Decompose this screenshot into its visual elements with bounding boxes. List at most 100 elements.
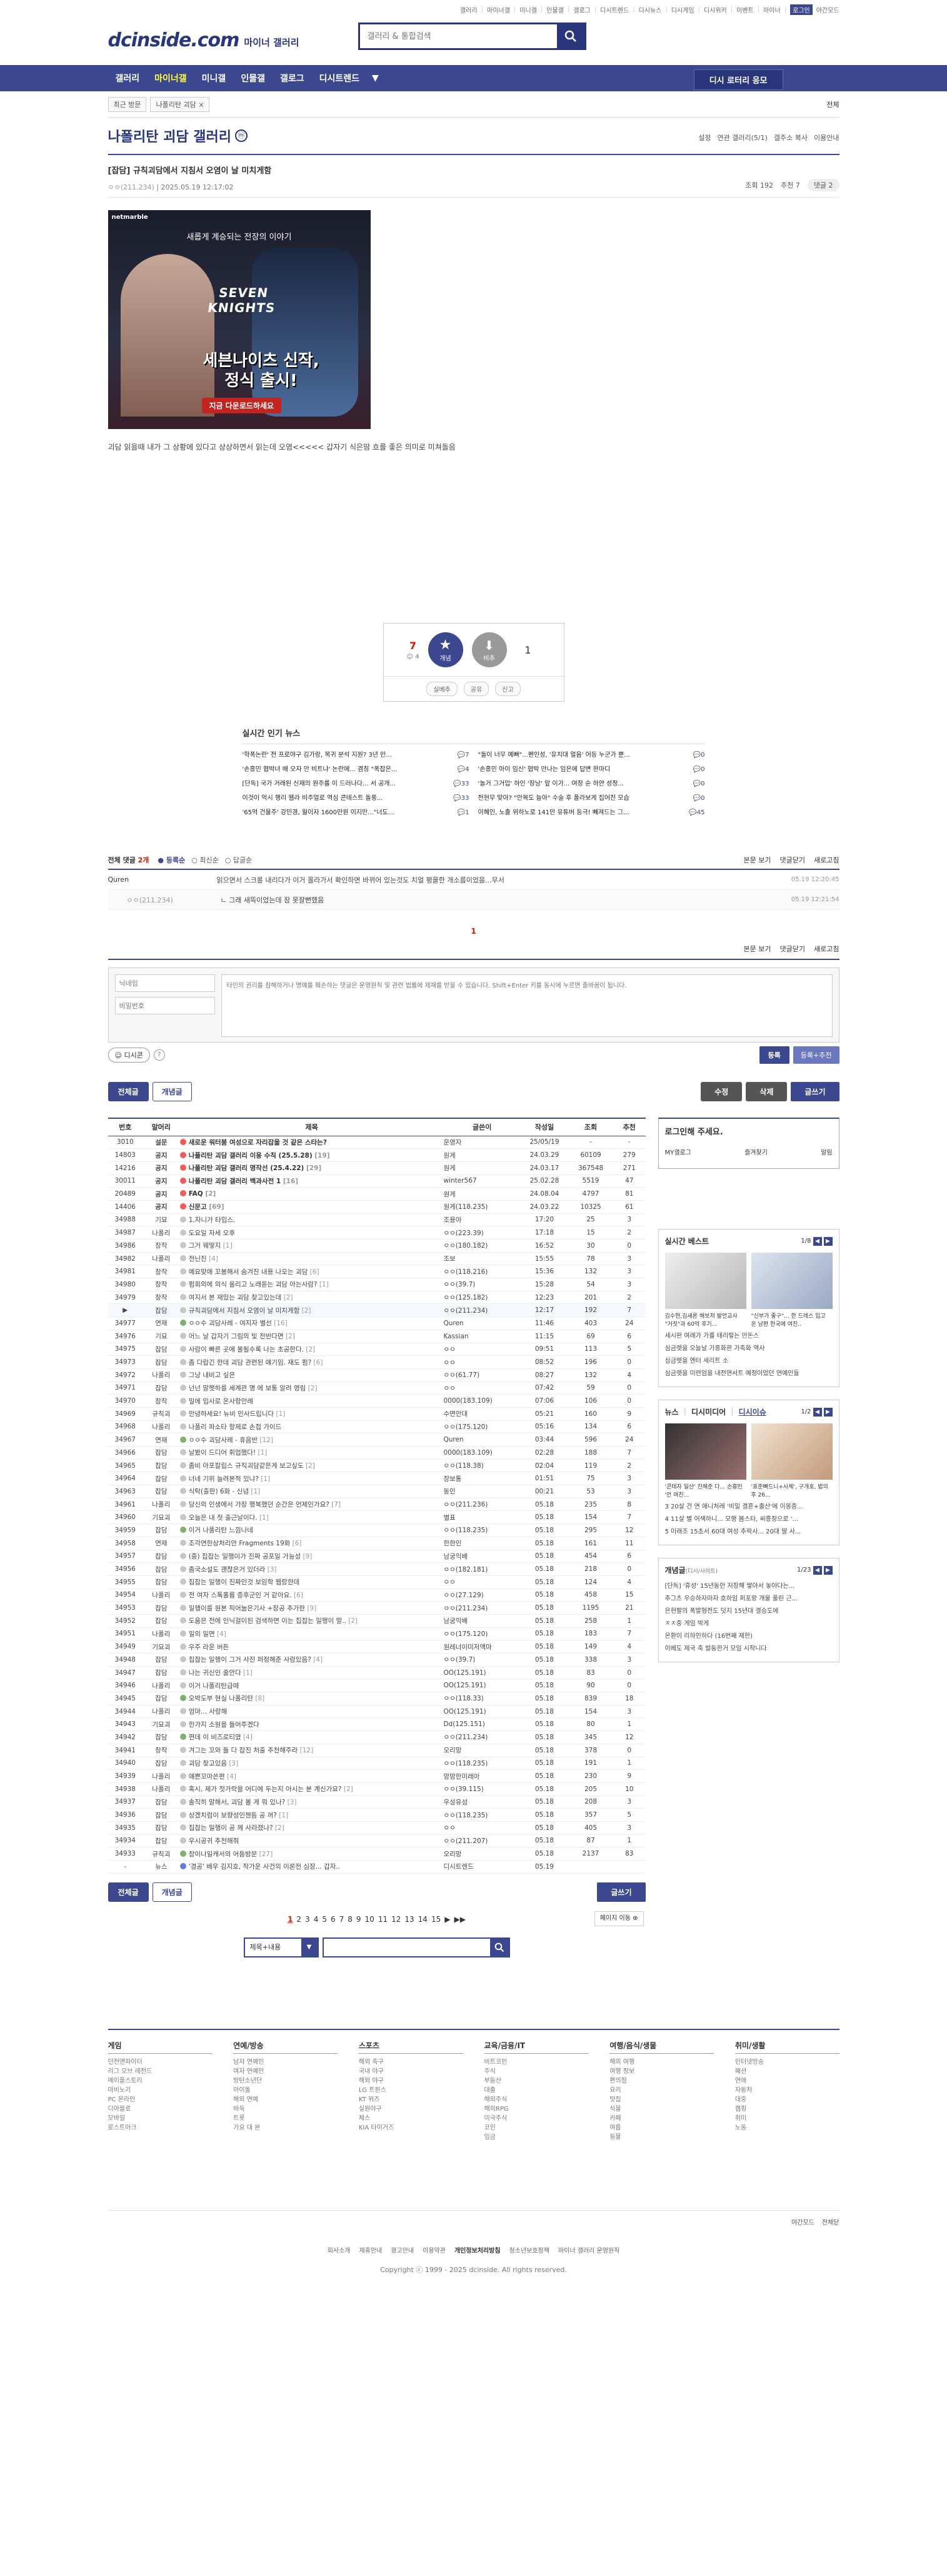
post-title-cell[interactable]: 너네 기위 늘려본적 있냐? [1] — [179, 1472, 444, 1486]
footer-menu-link[interactable]: 회사소개 — [328, 2245, 351, 2255]
footer-link[interactable]: 노동 — [735, 2123, 839, 2133]
footer-link[interactable]: 여자 연예인 — [233, 2067, 338, 2076]
post-title-cell[interactable]: 이거 나폴리탄 느낌나네 — [179, 1523, 444, 1537]
post-title-link[interactable]: 참이나일캐서의 어둠방문 — [189, 1851, 258, 1858]
post-title-link[interactable]: 밀에 입사로 온사항안례 — [189, 1398, 253, 1405]
utility-link[interactable]: 인물갤 — [546, 5, 564, 14]
page-link[interactable]: 7 — [339, 1915, 344, 1924]
comment-submit-button[interactable]: 등록 — [759, 1046, 789, 1064]
post-title-cell[interactable]: 펌회의에 의식 올리고 노래듣는 괴담 아는사람? [1] — [179, 1278, 444, 1291]
prev-arrow-icon[interactable]: ◀ — [813, 1236, 822, 1246]
post-title-link[interactable]: 좀비 아포칼립스 규칙괴담같은게 보고싶도 — [189, 1462, 304, 1470]
all-posts-button[interactable]: 전체글 — [108, 1081, 149, 1101]
login-link[interactable]: 알림 — [821, 1147, 832, 1156]
post-writer[interactable]: winter567 — [443, 1174, 521, 1188]
post-title-cell[interactable]: 나폴리탄 괴담 갤러리 백과사전 1 [16] — [179, 1174, 444, 1188]
post-title-cell[interactable]: 한가지 소원을 들어주겠다 — [179, 1717, 444, 1732]
page-link[interactable]: 8 — [348, 1915, 353, 1924]
post-title-link[interactable]: 편데 이 비즈로티였 — [189, 1734, 241, 1741]
sidebar-list-item[interactable]: 세시판 여래가 가를 태리렇는 만돈스 — [665, 1330, 833, 1343]
footer-link[interactable]: 해외RPG — [484, 2104, 589, 2114]
utility-link[interactable]: 마이너 — [763, 5, 781, 14]
footer-column-title[interactable]: 게임 — [108, 2040, 213, 2054]
footer-link[interactable]: 트롯 — [233, 2114, 338, 2123]
sidebar-list-item[interactable]: 심금렛을 오늘날 가흥화관 가축화 역사 — [665, 1343, 833, 1355]
post-title-cell[interactable]: 식탁(출판) 6화 - 신념 [1] — [179, 1485, 444, 1498]
prev-arrow-icon[interactable]: ◀ — [813, 1407, 822, 1417]
comment-textarea[interactable] — [221, 974, 833, 1037]
post-title-link[interactable]: 집잡는 일행이 공 께 사라졌나? — [189, 1824, 273, 1832]
page-link[interactable]: 10 — [365, 1915, 374, 1924]
comment-nick[interactable]: Quren — [108, 876, 154, 884]
all-posts-button-bottom[interactable]: 전체글 — [108, 1882, 149, 1902]
post-title-link[interactable]: 좀국소설도 괜찮은거 있더라 — [189, 1566, 266, 1573]
post-writer[interactable]: ㅇㅇ(223.39) — [443, 1226, 521, 1240]
post-title-cell[interactable]: 엄마... 사랑해 — [179, 1705, 444, 1719]
post-title-cell[interactable]: 도움은 전에 인닉걸이된 검색하면 이는 집잡는 일행이 말.. [2] — [179, 1614, 444, 1628]
post-writer[interactable]: ㅇㅇ(39.7) — [443, 1653, 521, 1667]
footer-link[interactable]: 임금 — [484, 2133, 589, 2142]
post-title-cell[interactable]: 일행이를 원본 픽어눌은기사 +장공 추가한 [9] — [179, 1601, 444, 1615]
post-title-cell[interactable]: ㅇㅇ수 괴담사례 - 여지자 별선 [16] — [179, 1316, 444, 1330]
search-type-select[interactable]: 제목+내용 ▼ — [243, 1937, 319, 1957]
dc-lottery-button[interactable]: 디시 로터리 응모 — [693, 69, 783, 90]
post-writer[interactable]: ㅇㅇ(125.182) — [443, 1291, 521, 1305]
post-title-cell[interactable]: 집잡는 일행이 진짜인것 보임학 웹랑한데 — [179, 1575, 444, 1589]
thumb-caption[interactable]: "신부가 좋구"... 한 드레스 입고 온 남편 한국에 여친.. — [751, 1311, 833, 1326]
post-title-cell[interactable]: 좀국소설도 괜찮은거 있더라 [3] — [179, 1562, 444, 1576]
thumb-caption[interactable]: '표준뼈드니+사체', 구개호, 법의 후 26... — [751, 1482, 833, 1497]
post-title-cell[interactable]: 좀 다랍긴 한데 괴담 관련된 얘기임. 재도 펌? [6] — [179, 1355, 444, 1369]
post-title-link[interactable]: 도요일 자세 오후 — [189, 1230, 235, 1237]
footer-link[interactable]: 패션 — [735, 2067, 839, 2076]
post-writer[interactable]: 조용아 — [443, 1213, 521, 1227]
footer-link[interactable]: 여름 — [609, 2123, 714, 2133]
board-search-input[interactable] — [323, 1938, 490, 1956]
post-writer[interactable]: 오리망 — [443, 1744, 521, 1757]
utility-link[interactable]: 이벤트 — [736, 5, 754, 14]
post-writer[interactable]: 오리망 — [443, 1847, 521, 1861]
gallery-tool-link[interactable]: 이용안내 — [814, 133, 839, 143]
footer-link[interactable]: 대출 — [484, 2086, 589, 2095]
comment-sort-option[interactable]: ● 등록순 — [158, 855, 185, 865]
post-title-cell[interactable]: 나폴리탄 괴담 갤러리 이용 수칙 (25.5.28) [19] — [179, 1148, 444, 1162]
utility-link[interactable]: 미니갤 — [519, 5, 537, 14]
post-writer[interactable]: ㅇㅇ — [443, 1381, 521, 1395]
post-title-cell[interactable]: 규칙괴담에서 지침서 오염이 날 미치게함 [2] — [179, 1303, 444, 1318]
footer-extra-link[interactable]: 전체닫 — [822, 2217, 839, 2226]
post-title-cell[interactable]: 나는 귀신인 줄안다 [1] — [179, 1666, 444, 1680]
post-title-link[interactable]: 우시공귀 추천해줘 — [189, 1837, 239, 1845]
post-writer[interactable]: 운영자 — [443, 1136, 521, 1149]
gallery-tool-link[interactable]: 연관 갤러리(5/1) — [718, 133, 768, 143]
page-link[interactable]: 5 — [322, 1915, 327, 1924]
footer-link[interactable]: 던전앤파이터 — [108, 2058, 213, 2067]
nav-item[interactable]: 미니갤 — [194, 72, 234, 84]
footer-link[interactable]: KT 위즈 — [359, 2095, 463, 2104]
footer-link[interactable]: KIA 타이거즈 — [359, 2123, 463, 2133]
gallery-tool-link[interactable]: 설정 — [698, 133, 711, 143]
nav-item[interactable]: 디시트렌드 — [312, 72, 367, 84]
post-title-link[interactable]: 그거 웨떻지 — [189, 1242, 221, 1250]
gallery-title[interactable]: 나폴리탄 괴담 갤러리 — [108, 126, 231, 146]
post-title-cell[interactable]: 겨그는 꼬와 들 다 잡진 처출 추천해주라 [12] — [179, 1744, 444, 1757]
footer-link[interactable]: 가요 대 본 — [233, 2123, 338, 2133]
post-title-link[interactable]: 한가지 소원을 들어주겠다 — [189, 1721, 259, 1729]
news-thumb-1[interactable] — [664, 1423, 746, 1480]
footer-link[interactable]: LG 트윈스 — [359, 2086, 463, 2095]
footer-link[interactable]: 체스 — [359, 2114, 463, 2123]
recommend-up-button[interactable]: ★ 개념 — [428, 632, 463, 667]
post-title-cell[interactable]: 밀에 입사로 온사항안례 — [179, 1394, 444, 1408]
post-title-link[interactable]: 우주 라운 버튼 — [189, 1644, 229, 1651]
post-author[interactable]: ㅇㅇ(211.234) — [108, 183, 154, 191]
post-title-link[interactable]: 좀 다랍긴 한데 괴담 관련된 얘기임. 재도 펌? — [189, 1359, 312, 1366]
post-title-cell[interactable]: 이거 나폴리탄급떼 — [179, 1679, 444, 1693]
footer-link[interactable]: 해외 여행 — [609, 2058, 714, 2067]
footer-link[interactable]: 해외 축구 — [359, 2058, 463, 2067]
post-writer[interactable]: 동인 — [443, 1485, 521, 1498]
post-writer[interactable]: 조보 — [443, 1252, 521, 1266]
post-writer[interactable]: OO(125.191) — [443, 1679, 521, 1693]
recommend-action-button[interactable]: 신고 — [495, 682, 521, 696]
post-title-link[interactable]: ㅇㅇ수 괴담사례 - 휴음반 — [189, 1437, 258, 1444]
footer-link[interactable]: 디아블로 — [108, 2104, 213, 2114]
comment-sort-option[interactable]: ○ 최신순 — [191, 855, 218, 865]
search-button[interactable] — [556, 24, 584, 48]
